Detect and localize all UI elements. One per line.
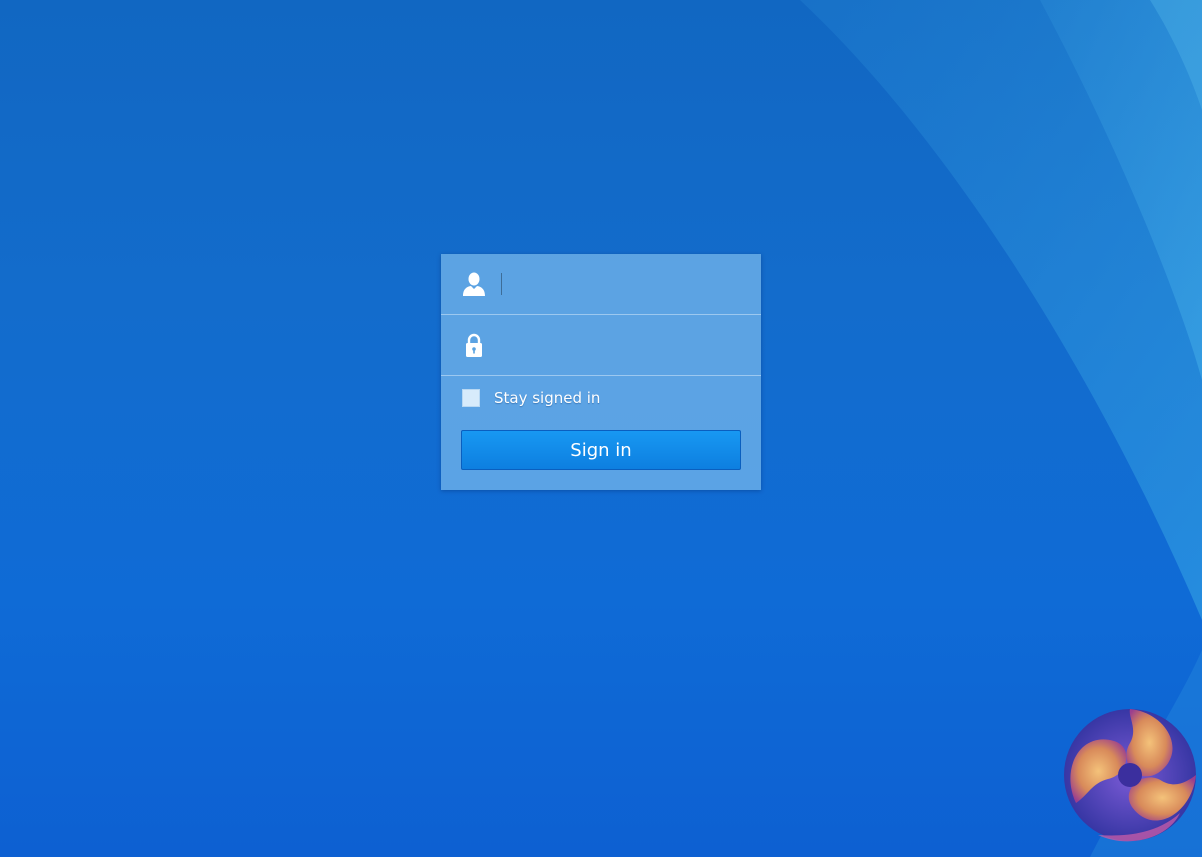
stay-signed-in-label: Stay signed in (494, 389, 601, 407)
text-caret (501, 273, 502, 295)
user-icon (463, 272, 485, 296)
login-panel: Stay signed in Sign in (441, 254, 761, 490)
username-row (441, 254, 761, 315)
password-input[interactable] (499, 327, 745, 363)
desktop-background: Stay signed in Sign in (0, 0, 1202, 857)
password-row (441, 315, 761, 376)
swirl-logo-icon (1064, 709, 1196, 842)
lock-icon (466, 333, 482, 357)
username-input[interactable] (499, 266, 745, 302)
stay-signed-in-checkbox[interactable] (462, 389, 480, 407)
sign-in-button[interactable]: Sign in (461, 430, 741, 470)
stay-signed-in-toggle[interactable]: Stay signed in (462, 388, 600, 408)
